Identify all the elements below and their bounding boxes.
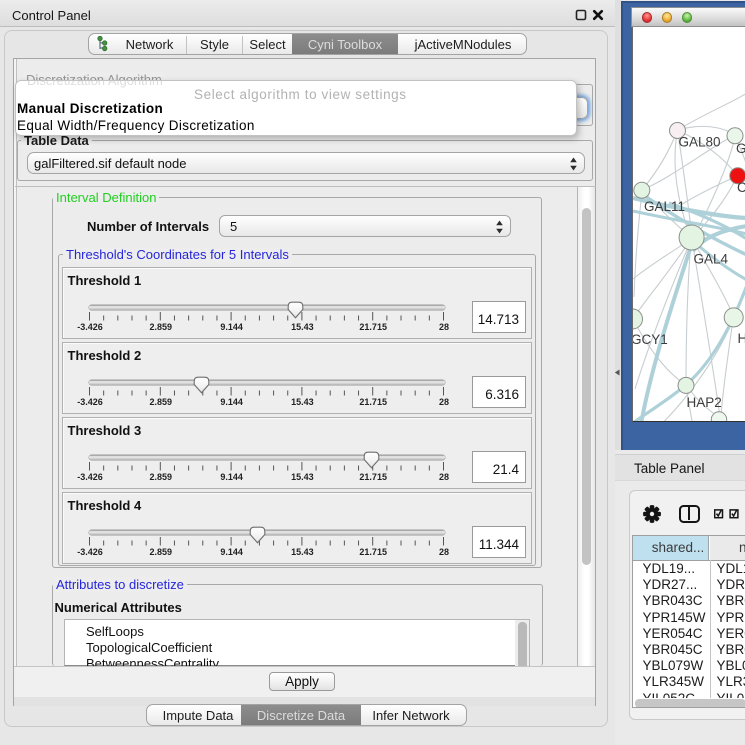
svg-text:GAL80: GAL80 bbox=[678, 135, 720, 150]
svg-text:C: C bbox=[737, 180, 745, 195]
svg-text:HAP2: HAP2 bbox=[686, 395, 721, 410]
svg-text:GAL11: GAL11 bbox=[644, 199, 685, 214]
svg-text:GCY1: GCY1 bbox=[633, 332, 668, 347]
svg-text:H: H bbox=[737, 331, 745, 346]
svg-text:GA: GA bbox=[736, 141, 745, 156]
svg-text:GAL4: GAL4 bbox=[693, 252, 728, 267]
